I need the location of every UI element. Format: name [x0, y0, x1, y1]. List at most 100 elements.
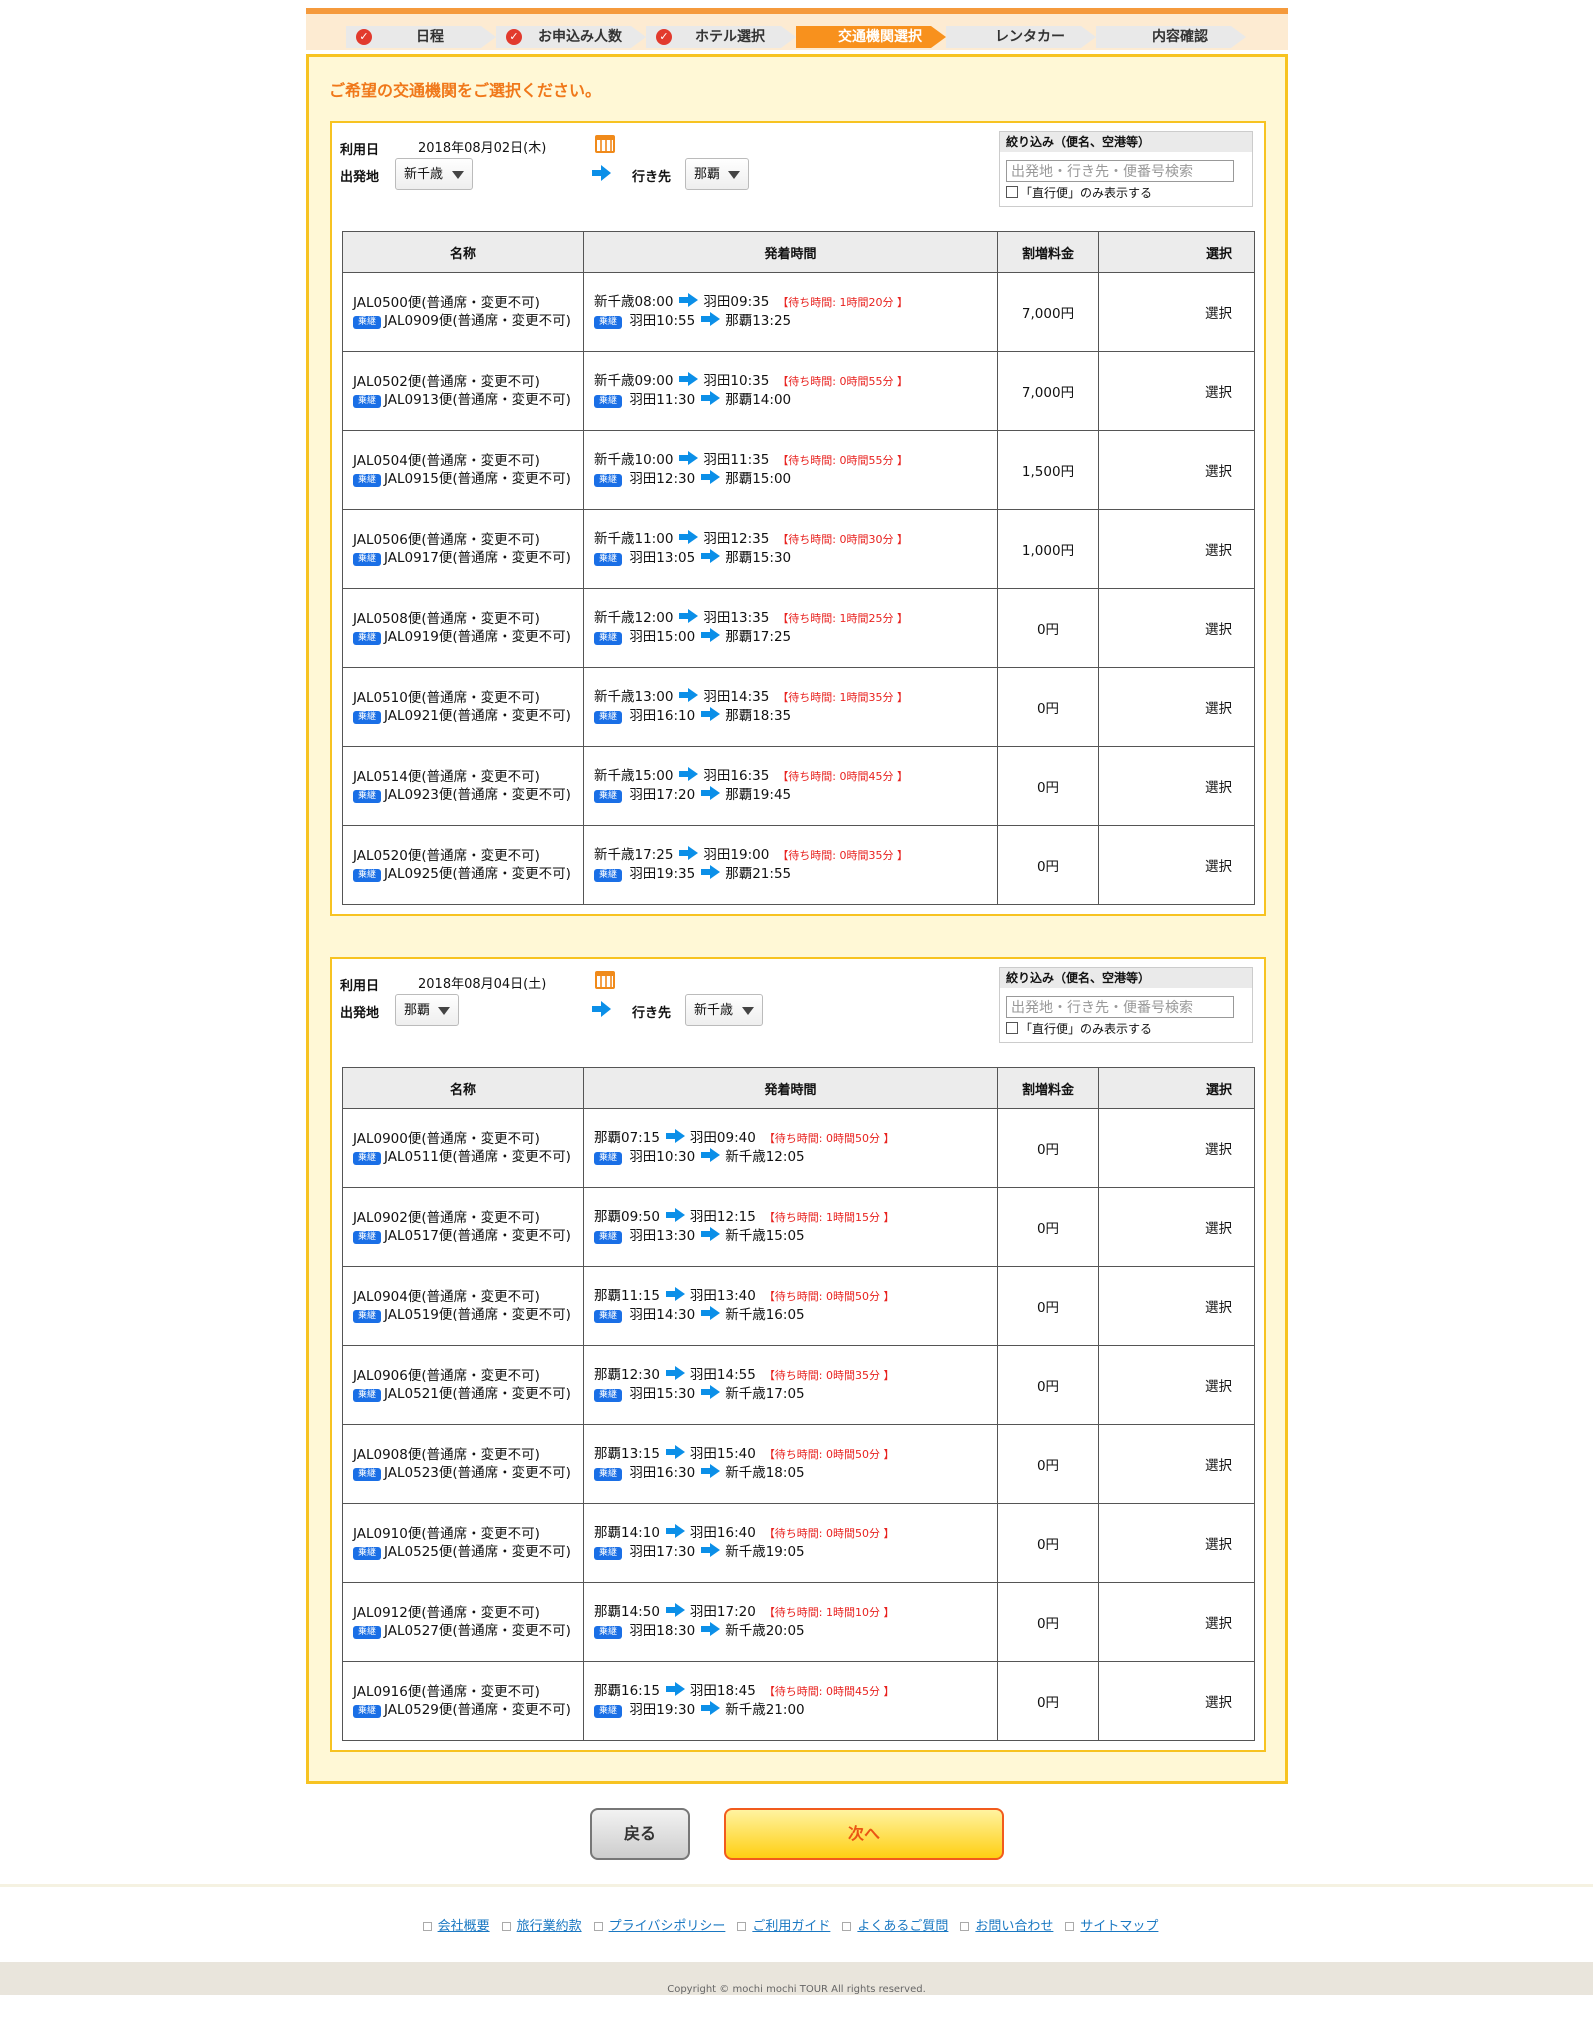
checkbox-icon[interactable] — [1006, 186, 1018, 198]
checkbox-icon[interactable] — [1006, 1022, 1018, 1034]
fee-cell: 0円 — [997, 1424, 1099, 1504]
arrow-right-icon — [701, 1543, 721, 1557]
step-hotel: ✓ ホテル選択 — [646, 26, 796, 48]
select-button[interactable]: 選択 — [1098, 1108, 1255, 1188]
seg1-departure: 新千歳09:00 — [594, 373, 674, 389]
step-people: ✓ お申込み人数 — [496, 26, 646, 48]
date-label: 利用日 — [340, 143, 380, 158]
segment-2: 乗継 羽田16:10 那覇18:35 — [594, 707, 997, 726]
seg2-arrival: 新千歳21:00 — [725, 1702, 805, 1718]
page-heading: ご希望の交通機関をご選択ください。 — [329, 81, 602, 100]
segment-1: 新千歳11:00 羽田12:35 【待ち時間: 0時間30分 】 — [594, 530, 997, 549]
seg1-arrival: 羽田11:35 — [703, 452, 770, 468]
direct-only-checkbox[interactable]: 「直行便」のみ表示する — [1006, 1022, 1152, 1036]
seg2-departure: 羽田13:30 — [629, 1228, 696, 1244]
footer-link[interactable]: プライバシポリシー — [609, 1919, 726, 1934]
dest-label: 行き先 — [632, 170, 672, 185]
step-rentacar: レンタカー — [946, 26, 1096, 48]
fee-cell: 0円 — [997, 1503, 1099, 1583]
arrow-right-icon — [701, 628, 721, 642]
col-header-select: 選択 — [1098, 231, 1255, 273]
transfer-tag: 乗継 — [353, 1231, 382, 1244]
filter-search-input[interactable]: 出発地・行き先・便番号検索 — [1006, 996, 1234, 1018]
select-button[interactable]: 選択 — [1098, 351, 1255, 431]
flight-time-cell: 新千歳11:00 羽田12:35 【待ち時間: 0時間30分 】乗継 羽田13:05… — [583, 509, 998, 589]
select-button[interactable]: 選択 — [1098, 509, 1255, 589]
select-button[interactable]: 選択 — [1098, 1345, 1255, 1425]
select-button[interactable]: 選択 — [1098, 588, 1255, 668]
seg2-departure: 羽田15:00 — [629, 629, 696, 645]
dest-value: 新千歳 — [694, 1003, 734, 1018]
transfer-tag: 乗継 — [353, 1468, 382, 1481]
select-button[interactable]: 選択 — [1098, 825, 1255, 905]
origin-select[interactable]: 新千歳 — [395, 158, 473, 190]
select-button[interactable]: 選択 — [1098, 746, 1255, 826]
select-button[interactable]: 選択 — [1098, 667, 1255, 747]
segment-1: 那覇14:10 羽田16:40 【待ち時間: 0時間50分 】 — [594, 1524, 997, 1543]
segment-2: 乗継 羽田12:30 那覇15:00 — [594, 470, 997, 489]
date-label: 利用日 — [340, 979, 380, 994]
fee-cell: 1,500円 — [997, 430, 1099, 510]
arrow-right-icon — [679, 767, 699, 781]
calendar-icon[interactable] — [595, 971, 615, 989]
flight-name-2: JAL0917便(普通席・変更不可) — [384, 550, 571, 566]
seg1-departure: 新千歳11:00 — [594, 531, 674, 547]
dest-select[interactable]: 那覇 — [685, 158, 749, 190]
arrow-right-icon — [679, 372, 699, 386]
arrow-right-icon — [701, 865, 721, 879]
transfer-tag: 乗継 — [353, 553, 382, 566]
flight-name-2: JAL0915便(普通席・変更不可) — [384, 471, 571, 487]
footer-link[interactable]: 会社概要 — [438, 1919, 490, 1934]
next-button[interactable]: 次へ — [724, 1808, 1004, 1860]
seg2-arrival: 那覇15:00 — [725, 471, 792, 487]
select-button[interactable]: 選択 — [1098, 430, 1255, 510]
seg2-departure: 羽田14:30 — [629, 1307, 696, 1323]
origin-select[interactable]: 那覇 — [395, 994, 459, 1026]
select-button[interactable]: 選択 — [1098, 1187, 1255, 1267]
flight-name-1: JAL0520便(普通席・変更不可) — [353, 848, 540, 864]
transfer-tag: 乗継 — [353, 316, 382, 329]
segment-2: 乗継 羽田19:30 新千歳21:00 — [594, 1701, 997, 1720]
footer-divider — [0, 1884, 1593, 1887]
segment-2: 乗継 羽田10:30 新千歳12:05 — [594, 1148, 997, 1167]
table-row: JAL0506便(普通席・変更不可) 乗継 JAL0917便(普通席・変更不可) 新千… — [342, 509, 1255, 589]
footer-link[interactable]: よくあるご質問 — [857, 1919, 948, 1934]
select-button[interactable]: 選択 — [1098, 1424, 1255, 1504]
arrow-right-icon — [679, 293, 699, 307]
back-button[interactable]: 戻る — [590, 1808, 690, 1860]
select-button[interactable]: 選択 — [1098, 1661, 1255, 1741]
check-icon: ✓ — [656, 29, 672, 45]
fee-cell: 0円 — [997, 1661, 1099, 1741]
flight-name-2: JAL0521便(普通席・変更不可) — [384, 1386, 571, 1402]
flight-name-1: JAL0906便(普通席・変更不可) — [353, 1368, 540, 1384]
footer-link[interactable]: ご利用ガイド — [752, 1919, 830, 1934]
select-button[interactable]: 選択 — [1098, 1582, 1255, 1662]
segment-1: 新千歳15:00 羽田16:35 【待ち時間: 0時間45分 】 — [594, 767, 997, 786]
dest-select[interactable]: 新千歳 — [685, 994, 763, 1026]
footer-link[interactable]: 旅行業約款 — [517, 1919, 582, 1934]
arrow-right-icon — [701, 312, 721, 326]
select-button[interactable]: 選択 — [1098, 272, 1255, 352]
segment-1: 那覇13:15 羽田15:40 【待ち時間: 0時間50分 】 — [594, 1445, 997, 1464]
transfer-tag: 乗継 — [594, 632, 623, 645]
transfer-tag: 乗継 — [594, 711, 623, 724]
footer-bullet-icon — [1065, 1922, 1075, 1931]
direct-only-checkbox[interactable]: 「直行便」のみ表示する — [1006, 186, 1152, 200]
arrow-right-icon — [592, 165, 612, 181]
seg1-arrival: 羽田13:35 — [703, 610, 770, 626]
filter-search-input[interactable]: 出発地・行き先・便番号検索 — [1006, 160, 1234, 182]
transfer-tag: 乗継 — [353, 632, 382, 645]
transfer-tag: 乗継 — [594, 1626, 623, 1639]
fee-cell: 0円 — [997, 667, 1099, 747]
arrow-right-icon — [701, 391, 721, 405]
arrow-right-icon — [701, 707, 721, 721]
segment-2: 乗継 羽田13:30 新千歳15:05 — [594, 1227, 997, 1246]
footer-link[interactable]: サイトマップ — [1080, 1919, 1158, 1934]
select-button[interactable]: 選択 — [1098, 1266, 1255, 1346]
footer-link[interactable]: お問い合わせ — [975, 1919, 1053, 1934]
step-label: 交通機関選択 — [838, 29, 922, 45]
flight-name-cell: JAL0902便(普通席・変更不可) 乗継 JAL0517便(普通席・変更不可) — [342, 1187, 584, 1267]
select-button[interactable]: 選択 — [1098, 1503, 1255, 1583]
flight-name-2: JAL0529便(普通席・変更不可) — [384, 1702, 571, 1718]
calendar-icon[interactable] — [595, 135, 615, 153]
